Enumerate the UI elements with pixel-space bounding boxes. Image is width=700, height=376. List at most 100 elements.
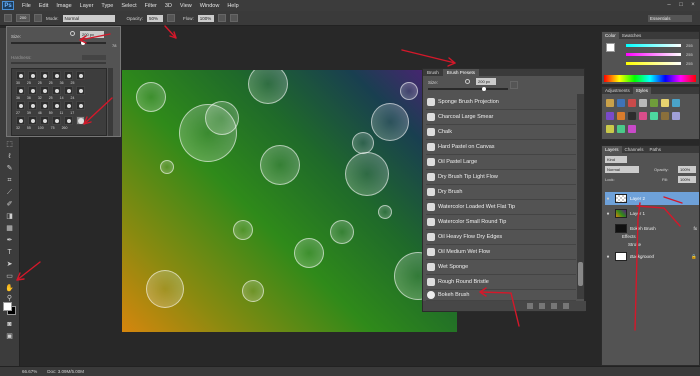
path-select-tool-icon[interactable]: ➤ (4, 260, 15, 269)
green-slider[interactable] (626, 53, 681, 56)
brush-tip[interactable] (64, 86, 73, 95)
preset-item[interactable]: Watercolor Loaded Wet Flat Tip (426, 199, 576, 215)
brush-tip[interactable] (28, 86, 37, 95)
trash-icon[interactable] (563, 303, 569, 309)
gradient-tool-icon[interactable]: ▦ (4, 224, 15, 233)
layer-row[interactable]: ● Background 🔒 (605, 250, 699, 263)
tab-brush[interactable]: Brush (423, 69, 443, 76)
quick-select-tool-icon[interactable]: ✎ (4, 164, 15, 173)
style-swatch[interactable] (672, 99, 680, 107)
brush-tip[interactable] (52, 101, 61, 110)
preset-item[interactable]: Oil Pastel Large (426, 154, 576, 170)
screen-mode-icon[interactable]: ▣ (4, 332, 15, 341)
style-swatch[interactable] (639, 112, 647, 120)
tab-brush-presets[interactable]: Brush Presets (442, 69, 480, 76)
brush-tip[interactable] (52, 116, 61, 125)
brush-panel-size-slider[interactable] (428, 88, 508, 90)
style-swatch[interactable] (639, 99, 647, 107)
size-pressure-icon[interactable] (229, 14, 238, 22)
style-swatch[interactable] (617, 99, 625, 107)
layer-row[interactable]: ● Layer 1 (605, 207, 699, 220)
open-preset-manager-icon[interactable] (539, 303, 545, 309)
foreground-color-swatch[interactable] (3, 302, 12, 311)
reset-size-icon[interactable] (465, 79, 470, 84)
style-swatch[interactable] (628, 125, 636, 133)
style-swatch[interactable] (650, 112, 658, 120)
style-swatch[interactable] (628, 112, 636, 120)
airbrush-icon[interactable] (217, 14, 226, 22)
menu-view[interactable]: View (176, 3, 196, 9)
brush-tip[interactable] (28, 71, 37, 80)
preset-item[interactable]: Dry Brush Tip Light Flow (426, 169, 576, 185)
style-swatch[interactable] (606, 112, 614, 120)
menu-layer[interactable]: Layer (76, 3, 98, 9)
red-value[interactable]: 255 (686, 43, 693, 48)
preset-item[interactable]: Oil Heavy Flow Dry Edges (426, 229, 576, 245)
presets-scrollbar[interactable] (577, 94, 584, 299)
brush-tip[interactable] (40, 86, 49, 95)
brush-tip[interactable] (52, 86, 61, 95)
color-panel-fg-swatch[interactable] (606, 43, 615, 52)
brush-tip-selected[interactable] (76, 116, 85, 125)
eyedropper-tool-icon[interactable]: ⟋ (4, 188, 15, 197)
crop-tool-icon[interactable]: ⌗ (4, 176, 15, 185)
maximize-icon[interactable]: □ (676, 1, 686, 9)
menu-image[interactable]: Image (52, 3, 75, 9)
preset-item[interactable]: Chalk (426, 124, 576, 140)
preset-item[interactable]: Sponge Brush Projection (426, 94, 576, 110)
brush-tip[interactable] (28, 116, 37, 125)
picker-hardness-slider[interactable] (11, 62, 106, 64)
eye-icon[interactable]: ● (605, 211, 611, 217)
tab-paths[interactable]: Paths (647, 146, 665, 153)
preset-item[interactable]: Hard Pastel on Canvas (426, 139, 576, 155)
picker-scrollbar[interactable] (108, 68, 113, 136)
tab-layers[interactable]: Layers (602, 146, 622, 153)
style-swatch[interactable] (617, 125, 625, 133)
type-tool-icon[interactable]: T (4, 248, 15, 257)
brush-tool-icon[interactable] (4, 14, 12, 22)
menu-select[interactable]: Select (117, 3, 140, 9)
style-swatch[interactable] (628, 99, 636, 107)
eye-icon[interactable]: ● (605, 254, 611, 260)
minimize-icon[interactable]: – (664, 1, 674, 9)
fx-icon[interactable]: fx (693, 226, 697, 231)
picker-size-slider-handle[interactable] (81, 41, 85, 45)
preset-item[interactable]: Wet Sponge (426, 259, 576, 275)
menu-type[interactable]: Type (97, 3, 117, 9)
brush-panel-toggle-icon[interactable] (34, 14, 42, 22)
toggle-hard-preview-icon[interactable] (527, 303, 533, 309)
pen-tool-icon[interactable]: ✒ (4, 236, 15, 245)
picker-size-input[interactable]: 200 px (80, 31, 104, 38)
mode-select[interactable]: Normal (62, 14, 115, 22)
brush-panel-size-handle[interactable] (482, 87, 486, 91)
style-swatch[interactable] (606, 125, 614, 133)
menu-filter[interactable]: Filter (141, 3, 161, 9)
preset-item[interactable]: Dry Brush (426, 184, 576, 200)
brush-tip[interactable] (16, 116, 25, 125)
menu-file[interactable]: File (18, 3, 35, 9)
menu-edit[interactable]: Edit (35, 3, 52, 9)
tab-adjustments[interactable]: Adjustments (602, 87, 633, 94)
style-swatch[interactable] (606, 99, 614, 107)
preset-item-selected[interactable]: Bokeh Brush (426, 289, 576, 301)
brush-tip[interactable] (64, 71, 73, 80)
tab-color[interactable]: Color (602, 32, 619, 39)
workspace-select[interactable]: Essentials (648, 14, 692, 22)
brush-tip[interactable] (64, 116, 73, 125)
menu-help[interactable]: Help (223, 3, 242, 9)
style-swatch[interactable] (661, 112, 669, 120)
brush-tip[interactable] (52, 71, 61, 80)
picker-hardness-input[interactable] (82, 55, 106, 60)
brush-tip[interactable] (76, 86, 85, 95)
opacity-input[interactable]: 50% (147, 14, 164, 22)
preset-item[interactable]: Rough Round Bristle (426, 274, 576, 290)
layer-filter-select[interactable]: Kind (605, 156, 627, 163)
picker-size-slider[interactable] (11, 42, 106, 44)
opacity-pressure-icon[interactable] (167, 14, 176, 22)
brush-panel-size-input[interactable]: 200 px (476, 78, 496, 85)
style-swatch[interactable] (672, 112, 680, 120)
tab-swatches[interactable]: Swatches (619, 32, 645, 39)
menu-3d[interactable]: 3D (161, 3, 176, 9)
brush-tip[interactable] (40, 71, 49, 80)
flow-input[interactable]: 100% (197, 14, 214, 22)
